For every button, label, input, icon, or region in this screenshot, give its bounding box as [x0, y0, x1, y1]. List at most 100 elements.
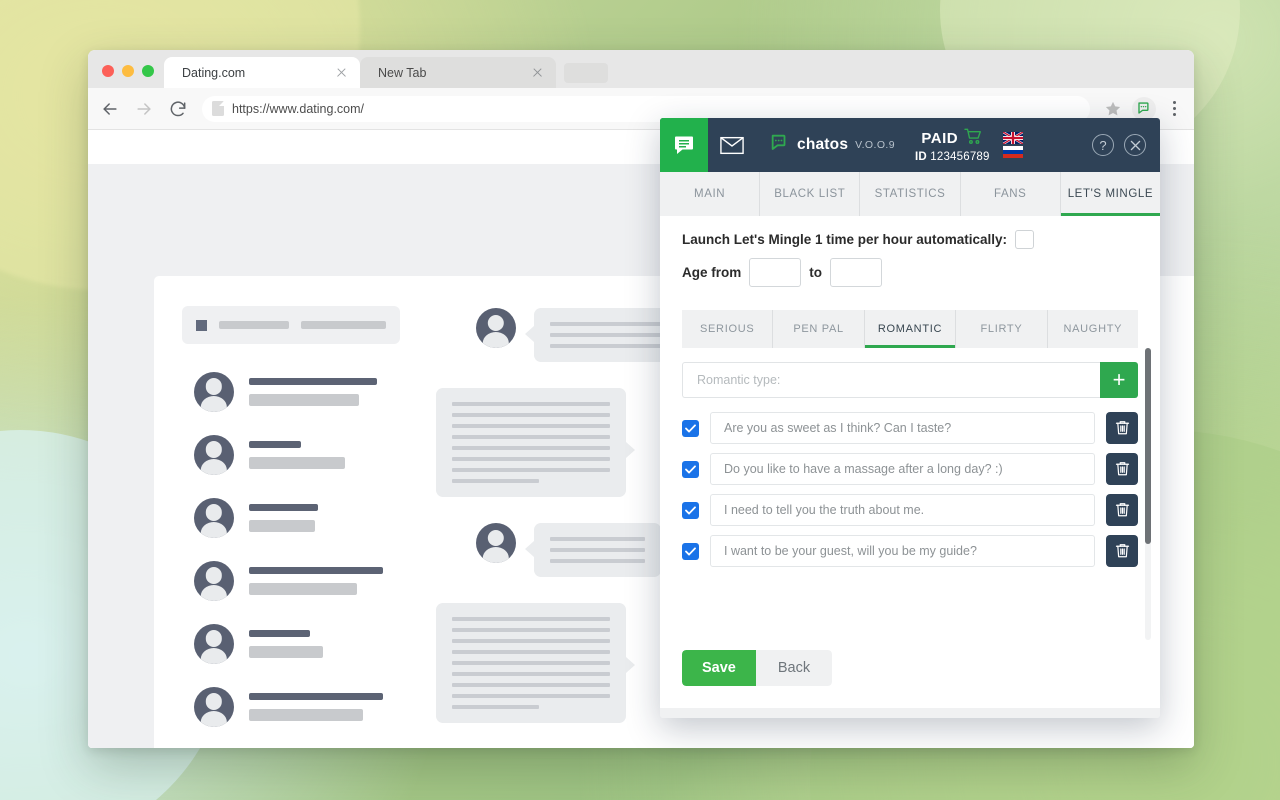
category-tab-romantic[interactable]: ROMANTIC	[864, 310, 957, 348]
age-from-label: Age from	[682, 265, 742, 280]
widget-tab-fans[interactable]: FANS	[961, 172, 1061, 216]
save-button[interactable]: Save	[682, 650, 756, 686]
search-icon	[196, 319, 207, 331]
contact-list-item[interactable]	[154, 549, 428, 612]
age-from-input[interactable]	[749, 258, 802, 287]
forward-arrow-icon[interactable]	[134, 99, 154, 119]
new-message-input[interactable]: Romantic type:	[682, 362, 1100, 398]
plus-icon[interactable]: +	[1100, 362, 1138, 398]
skeleton-line	[452, 457, 610, 461]
contact-list-item[interactable]	[154, 675, 428, 738]
contact-list-item[interactable]	[154, 486, 428, 549]
envelope-icon[interactable]	[708, 118, 756, 172]
chatos-widget: chatos V.O.O.9 PAID ID 123456789 ? MAIN …	[660, 118, 1160, 718]
uk-flag[interactable]	[1002, 132, 1023, 144]
skeleton-bar	[249, 377, 377, 385]
skeleton-line	[452, 650, 610, 654]
message-enabled-checkbox[interactable]	[682, 501, 699, 519]
language-flags	[1002, 118, 1023, 172]
message-category-tabs: SERIOUS PEN PAL ROMANTIC FLIRTY NAUGHTY	[682, 310, 1138, 348]
account-id-value: 123456789	[930, 150, 990, 163]
widget-tab-main[interactable]: MAIN	[660, 172, 761, 216]
category-tab-serious[interactable]: SERIOUS	[682, 310, 774, 348]
close-circle-icon[interactable]	[1124, 134, 1146, 156]
back-arrow-icon[interactable]	[100, 99, 120, 119]
brand-version: V.O.O.9	[855, 139, 895, 151]
close-window-button[interactable]	[102, 65, 114, 77]
skeleton-line	[452, 413, 610, 417]
message-text-input[interactable]: I want to be your guest, will you be my …	[710, 535, 1095, 567]
chat-bubble-icon[interactable]	[660, 118, 708, 172]
close-icon[interactable]	[530, 65, 546, 81]
widget-footer: Save Back	[660, 650, 1160, 708]
paid-label: PAID	[921, 130, 959, 147]
messages-scrollbar-thumb[interactable]	[1145, 348, 1151, 544]
star-icon[interactable]	[1104, 100, 1122, 118]
skeleton-line	[452, 694, 610, 698]
trash-icon[interactable]	[1106, 494, 1138, 526]
contacts-search-skeleton[interactable]	[182, 306, 400, 344]
widget-tab-let-s-mingle[interactable]: LET'S MINGLE	[1060, 172, 1160, 216]
contact-list-item[interactable]	[154, 738, 428, 748]
browser-tabstrip: Dating.com New Tab	[88, 50, 1194, 88]
widget-tab-black-list[interactable]: BLACK LIST	[760, 172, 861, 216]
widget-header: chatos V.O.O.9 PAID ID 123456789 ?	[660, 118, 1160, 172]
window-controls	[98, 65, 164, 88]
reload-icon[interactable]	[168, 99, 188, 119]
contact-list-item[interactable]	[154, 360, 428, 423]
contact-list-item[interactable]	[154, 612, 428, 675]
browser-tab-newtab[interactable]: New Tab	[360, 57, 556, 88]
message-enabled-checkbox[interactable]	[682, 419, 699, 437]
chatos-logo-icon	[770, 133, 790, 158]
new-tab-button[interactable]	[564, 63, 608, 83]
skeleton-line	[452, 672, 610, 676]
age-to-input[interactable]	[830, 258, 883, 287]
toolbar-actions	[1104, 96, 1182, 121]
question-circle-icon[interactable]: ?	[1092, 134, 1114, 156]
message-row: Are you as sweet as I think? Can I taste…	[682, 412, 1138, 444]
skeleton-line	[452, 468, 610, 472]
chat-bubble	[436, 603, 635, 723]
contacts-panel	[154, 276, 428, 748]
category-tab-flirty[interactable]: FLIRTY	[956, 310, 1048, 348]
address-bar-url: https://www.dating.com/	[232, 101, 365, 116]
trash-icon[interactable]	[1106, 453, 1138, 485]
skeleton-line	[452, 639, 610, 643]
message-text-input[interactable]: Are you as sweet as I think? Can I taste…	[710, 412, 1095, 444]
minimize-window-button[interactable]	[122, 65, 134, 77]
cart-icon[interactable]	[964, 128, 983, 150]
chat-bubble	[525, 523, 661, 577]
message-enabled-checkbox[interactable]	[682, 542, 699, 560]
skeleton-line	[550, 559, 645, 563]
skeleton-bar	[249, 456, 345, 469]
message-text-input[interactable]: I need to tell you the truth about me.	[710, 494, 1095, 526]
account-id-prefix: ID	[914, 150, 927, 163]
skeleton-line	[452, 705, 539, 709]
skeleton-bar	[249, 393, 359, 406]
category-tab-naughty[interactable]: NAUGHTY	[1048, 310, 1138, 348]
widget-tab-statistics[interactable]: STATISTICS	[860, 172, 961, 216]
maximize-window-button[interactable]	[142, 65, 154, 77]
kebab-menu-icon[interactable]	[1166, 101, 1182, 116]
close-icon[interactable]	[334, 65, 350, 81]
message-enabled-checkbox[interactable]	[682, 460, 699, 478]
contacts-list	[154, 360, 428, 748]
skeleton-line	[452, 446, 610, 450]
back-button[interactable]: Back	[755, 650, 833, 686]
chatos-extension-icon[interactable]	[1132, 96, 1156, 121]
browser-tab-dating[interactable]: Dating.com	[164, 57, 360, 88]
trash-icon[interactable]	[1106, 535, 1138, 567]
russia-flag[interactable]	[1002, 146, 1023, 158]
skeleton-line	[452, 628, 610, 632]
messages-list: Are you as sweet as I think? Can I taste…	[682, 412, 1138, 567]
launch-auto-checkbox[interactable]	[1015, 230, 1035, 249]
category-tab-pen-pal[interactable]: PEN PAL	[773, 310, 865, 348]
skeleton-bar	[249, 645, 323, 658]
trash-icon[interactable]	[1106, 412, 1138, 444]
message-row: Do you like to have a massage after a lo…	[682, 453, 1138, 485]
add-message-row: Romantic type: +	[682, 362, 1138, 398]
paid-row: PAID	[921, 128, 983, 150]
contact-list-item[interactable]	[154, 423, 428, 486]
message-text-input[interactable]: Do you like to have a massage after a lo…	[710, 453, 1095, 485]
avatar	[194, 371, 234, 412]
